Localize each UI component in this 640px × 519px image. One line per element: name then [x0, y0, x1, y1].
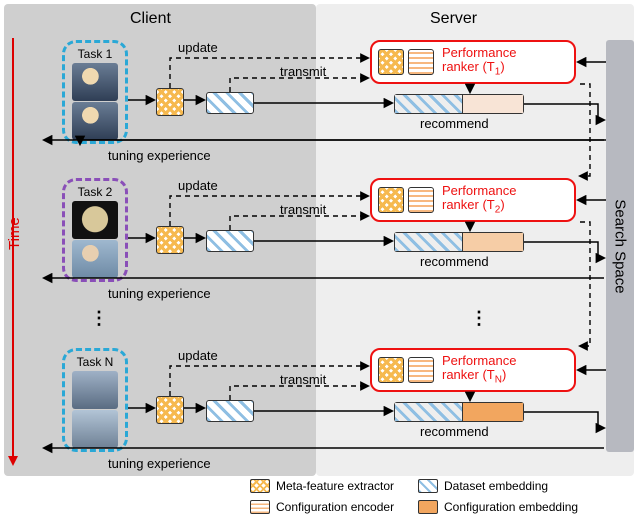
task2-img-a [72, 201, 118, 239]
task-title-N: Task N [69, 355, 121, 369]
time-label: Time [6, 217, 23, 250]
transmit-label-N: transmit [280, 372, 326, 387]
update-label-2: update [178, 178, 218, 193]
task1-img-b [72, 102, 118, 140]
tuning-label-1: tuning experience [108, 148, 211, 163]
task-ellipsis: ⋮ [90, 308, 110, 329]
search-space: Search Space [606, 40, 634, 452]
embedding-bar-N [394, 402, 524, 422]
legend: Meta-feature extractor Dataset embedding… [250, 476, 636, 516]
ranker-name-1: ranker [442, 59, 479, 74]
task-box-2: Task 2 [62, 178, 128, 282]
legend-ds-icon [418, 479, 438, 493]
task1-img-a [72, 63, 118, 101]
task-title-2: Task 2 [69, 185, 121, 199]
ranker2-text: Performanceranker (T2) [442, 184, 516, 216]
update-label-1: update [178, 40, 218, 55]
cfg-emb-2 [462, 232, 524, 252]
taskN-img-b [72, 410, 118, 448]
ranker2-meta-icon [378, 187, 404, 213]
transmit-label-1: transmit [280, 64, 326, 79]
ranker1-text: Performanceranker (T1) [442, 46, 516, 78]
legend-cfgemb-icon [418, 500, 438, 514]
transmit-label-2: transmit [280, 202, 326, 217]
server-title: Server [430, 10, 477, 28]
dataset-encoder-1 [206, 92, 254, 114]
performance-ranker-N: Performanceranker (TN) [370, 348, 576, 392]
meta-extractor-N [156, 396, 184, 424]
client-title: Client [130, 10, 171, 28]
ranker-prefix-N: Performance [442, 353, 516, 368]
ranker1-cfg-icon [408, 49, 434, 75]
tuning-label-N: tuning experience [108, 456, 211, 471]
recommend-label-2: recommend [420, 254, 489, 269]
embedding-bar-2 [394, 232, 524, 252]
ds-emb-1 [394, 94, 462, 114]
ranker-prefix-2: Performance [442, 183, 516, 198]
search-space-label: Search Space [612, 199, 629, 293]
ranker-sub-1: 1 [495, 67, 501, 78]
ranker-name-N: ranker [442, 367, 479, 382]
ds-emb-N [394, 402, 462, 422]
ranker-sub-2: 2 [495, 205, 501, 216]
dataset-encoder-2 [206, 230, 254, 252]
ranker-sub-N: N [495, 375, 502, 386]
ranker2-cfg-icon [408, 187, 434, 213]
performance-ranker-2: Performanceranker (T2) [370, 178, 576, 222]
performance-ranker-1: Performanceranker (T1) [370, 40, 576, 84]
taskN-img-a [72, 371, 118, 409]
tuning-label-2: tuning experience [108, 286, 211, 301]
update-label-N: update [178, 348, 218, 363]
ranker-ellipsis: ⋮ [470, 308, 490, 329]
meta-extractor-2 [156, 226, 184, 254]
recommend-label-1: recommend [420, 116, 489, 131]
rankerN-cfg-icon [408, 357, 434, 383]
ranker-prefix-1: Performance [442, 45, 516, 60]
legend-meta-label: Meta-feature extractor [276, 479, 414, 493]
task-title-1: Task 1 [69, 47, 121, 61]
legend-cfgenc-label: Configuration encoder [276, 500, 414, 514]
task2-img-b [72, 240, 118, 278]
recommend-label-N: recommend [420, 424, 489, 439]
embedding-bar-1 [394, 94, 524, 114]
legend-cfgemb-label: Configuration embedding [444, 500, 604, 514]
ds-emb-2 [394, 232, 462, 252]
ranker-name-2: ranker [442, 197, 479, 212]
rankerN-text: Performanceranker (TN) [442, 354, 516, 386]
rankerN-meta-icon [378, 357, 404, 383]
meta-extractor-1 [156, 88, 184, 116]
cfg-emb-N [462, 402, 524, 422]
legend-cfgenc-icon [250, 500, 270, 514]
task-box-1: Task 1 [62, 40, 128, 144]
legend-ds-label: Dataset embedding [444, 479, 604, 493]
legend-meta-icon [250, 479, 270, 493]
cfg-emb-1 [462, 94, 524, 114]
dataset-encoder-N [206, 400, 254, 422]
task-box-N: Task N [62, 348, 128, 452]
ranker1-meta-icon [378, 49, 404, 75]
